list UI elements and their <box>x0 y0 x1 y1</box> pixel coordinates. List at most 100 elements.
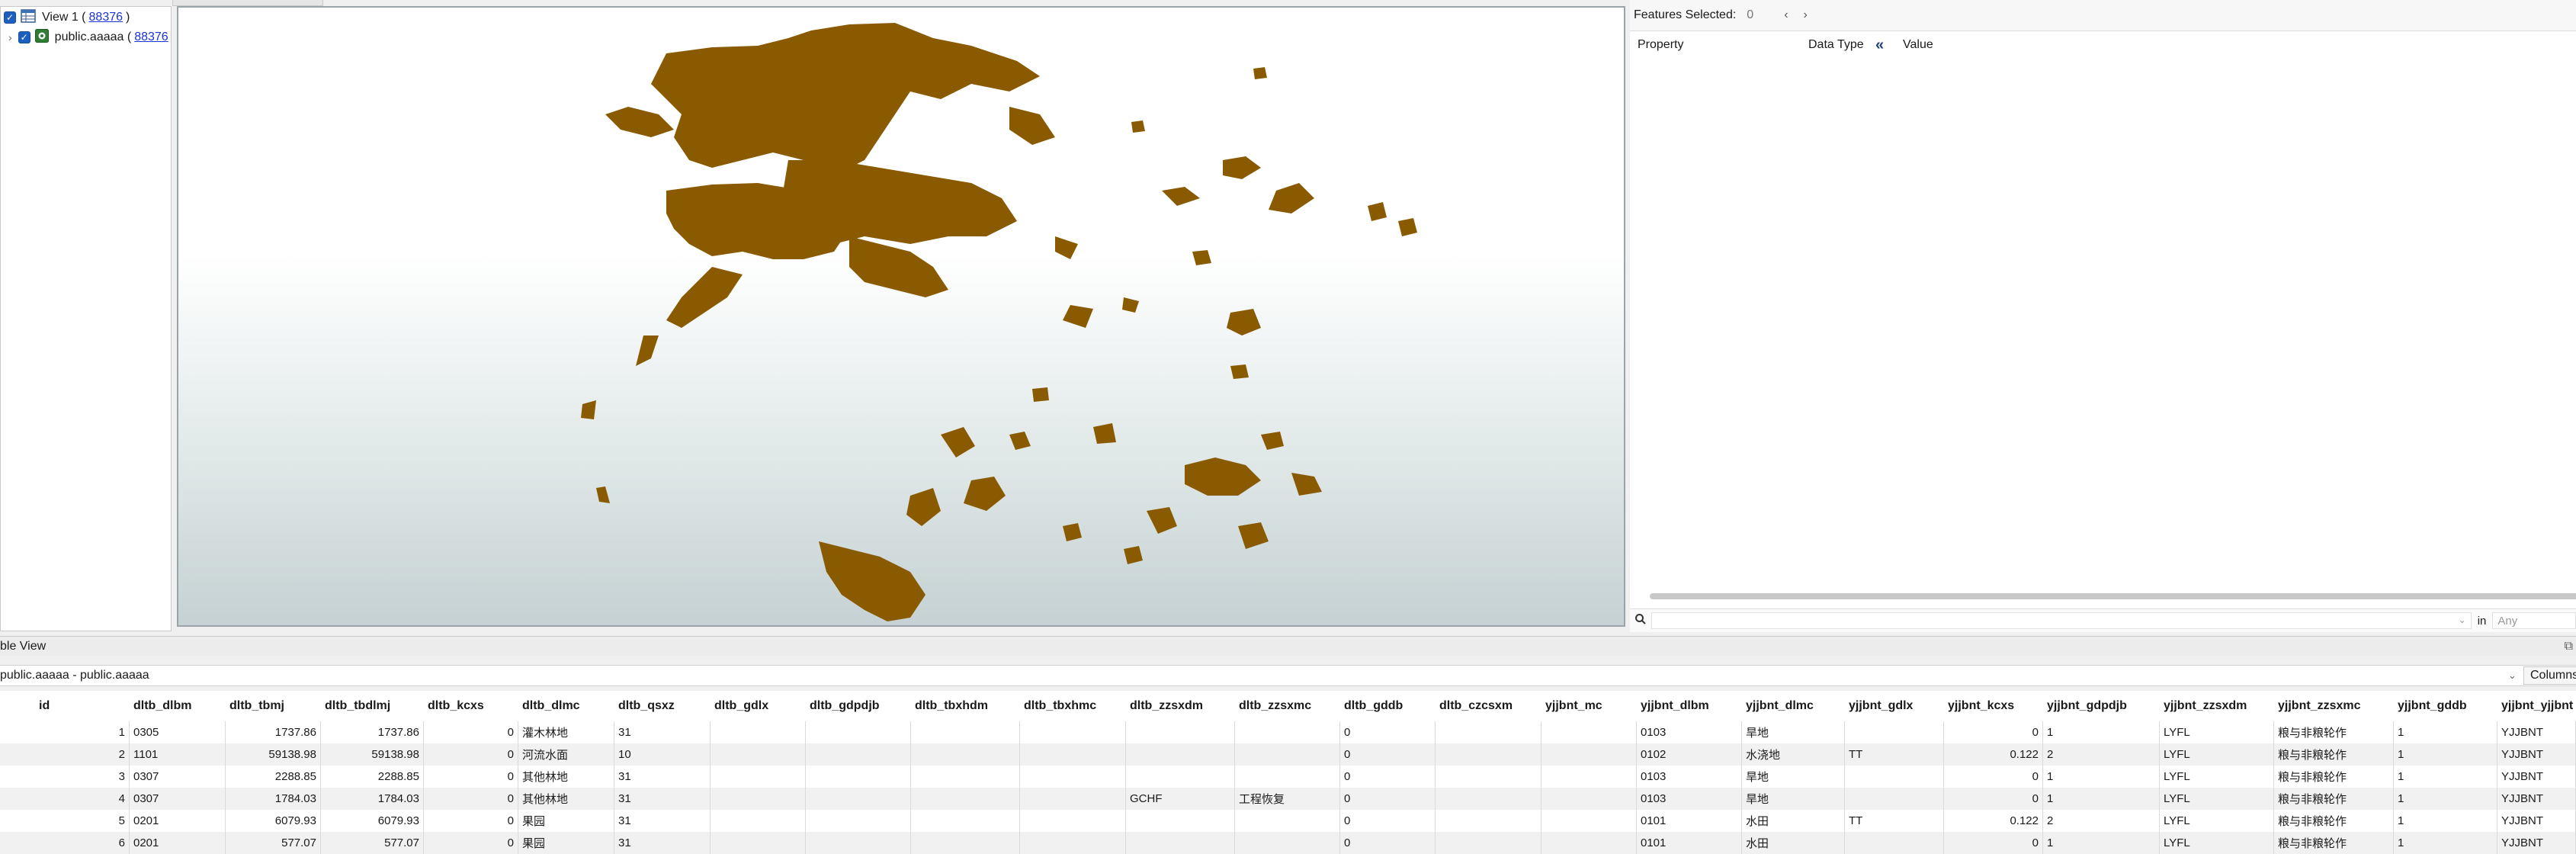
table-cell[interactable] <box>1020 810 1126 832</box>
table-cell[interactable]: 0307 <box>130 788 226 810</box>
table-cell[interactable]: YJJBNT <box>2497 766 2576 788</box>
table-cell[interactable]: 1 <box>2394 743 2497 766</box>
arrow-right-icon[interactable]: › <box>1804 8 1808 22</box>
table-cell[interactable]: 5 <box>35 810 130 832</box>
table-cell[interactable]: 2 <box>2043 743 2160 766</box>
table-cell[interactable]: 2288.85 <box>321 766 424 788</box>
table-cell[interactable]: 0102 <box>1637 743 1742 766</box>
table-cell[interactable]: 粮与非粮轮作 <box>2274 788 2394 810</box>
table-cell[interactable]: 1784.03 <box>226 788 321 810</box>
table-cell[interactable] <box>711 832 806 854</box>
table-cell[interactable]: 1 <box>2043 721 2160 743</box>
column-header-dltb-gdpdjb[interactable]: dltb_gdpdjb <box>806 691 911 721</box>
table-cell[interactable]: 0 <box>1340 743 1436 766</box>
table-cell[interactable]: LYFL <box>2160 832 2274 854</box>
table-cell[interactable] <box>1235 832 1340 854</box>
collapse-icon[interactable]: « <box>1875 37 1884 54</box>
table-row[interactable]: 5 0201 6079.93 6079.93 0 果园 31 0 0101 水田 TT 0.122 2 L… <box>0 810 2576 832</box>
table-row[interactable]: 3 0307 2288.85 2288.85 0 其他林地 31 0 0103 旱地 0 1 LYFL 粮… <box>0 766 2576 788</box>
table-cell[interactable]: 0 <box>424 766 518 788</box>
column-header-yjjbnt-dlbm[interactable]: yjjbnt_dlbm <box>1637 691 1742 721</box>
table-cell[interactable]: 0.122 <box>1944 810 2043 832</box>
table-cell[interactable]: 水浇地 <box>1742 743 1845 766</box>
column-header-yjjbnt-kcxs[interactable]: yjjbnt_kcxs <box>1944 691 2043 721</box>
table-cell[interactable] <box>1845 721 1944 743</box>
table-cell[interactable]: 粮与非粮轮作 <box>2274 810 2394 832</box>
table-cell[interactable] <box>1126 832 1235 854</box>
table-cell[interactable] <box>911 788 1020 810</box>
table-cell[interactable]: YJJBNT <box>2497 721 2576 743</box>
table-cell[interactable] <box>1541 788 1637 810</box>
arrow-left-icon[interactable]: ‹ <box>1784 8 1788 22</box>
column-header-yjjbnt-yjjbnt[interactable]: yjjbnt_yjjbnt <box>2497 691 2576 721</box>
table-row[interactable]: 4 0307 1784.03 1784.03 0 其他林地 31 GCHF 工程恢复 0 0103 旱… <box>0 788 2576 810</box>
table-cell[interactable] <box>1436 743 1541 766</box>
table-cell[interactable] <box>711 766 806 788</box>
table-cell[interactable]: YJJBNT <box>2497 788 2576 810</box>
table-cell[interactable]: 0201 <box>130 832 226 854</box>
column-header-yjjbnt-gdpdjb[interactable]: yjjbnt_gdpdjb <box>2043 691 2160 721</box>
map-canvas[interactable] <box>177 6 1625 627</box>
table-cell[interactable]: LYFL <box>2160 743 2274 766</box>
table-cell[interactable]: 1737.86 <box>321 721 424 743</box>
table-cell[interactable]: 0 <box>424 743 518 766</box>
table-cell[interactable]: 0 <box>1944 788 2043 810</box>
table-cell[interactable]: 6079.93 <box>321 810 424 832</box>
table-cell[interactable] <box>1845 766 1944 788</box>
table-cell[interactable]: 0 <box>424 810 518 832</box>
map-tab[interactable] <box>172 0 323 6</box>
table-cell[interactable]: 0305 <box>130 721 226 743</box>
table-cell[interactable] <box>1235 721 1340 743</box>
table-cell[interactable] <box>911 766 1020 788</box>
table-cell[interactable]: LYFL <box>2160 810 2274 832</box>
table-cell[interactable] <box>1541 766 1637 788</box>
table-cell[interactable]: 59138.98 <box>226 743 321 766</box>
table-cell[interactable] <box>1436 832 1541 854</box>
table-cell[interactable]: 0 <box>424 788 518 810</box>
search-dropdown-chevron-icon[interactable]: ⌄ <box>2459 615 2466 625</box>
chevron-right-icon[interactable]: › <box>8 31 12 43</box>
table-cell[interactable]: 0201 <box>130 810 226 832</box>
property-column-header[interactable]: Property <box>1638 38 1683 52</box>
table-cell[interactable]: 1 <box>2394 721 2497 743</box>
table-cell[interactable] <box>1235 766 1340 788</box>
table-cell[interactable]: YJJBNT <box>2497 832 2576 854</box>
column-header-dltb-qsxz[interactable]: dltb_qsxz <box>614 691 711 721</box>
view-checkbox[interactable]: ✓ <box>4 11 16 24</box>
table-cell[interactable]: 0103 <box>1637 766 1742 788</box>
column-header-dltb-tbxhdm[interactable]: dltb_tbxhdm <box>911 691 1020 721</box>
table-cell[interactable] <box>1436 810 1541 832</box>
table-cell[interactable] <box>911 743 1020 766</box>
table-cell[interactable]: LYFL <box>2160 721 2274 743</box>
datatype-column-header[interactable]: Data Type <box>1808 38 1864 52</box>
table-cell[interactable]: 1 <box>2043 832 2160 854</box>
table-cell[interactable]: 粮与非粮轮作 <box>2274 832 2394 854</box>
table-cell[interactable] <box>911 810 1020 832</box>
table-cell[interactable]: 0 <box>424 832 518 854</box>
table-cell[interactable] <box>1436 766 1541 788</box>
layer-combo-chevron-icon[interactable]: ⌄ <box>2508 669 2517 682</box>
table-cell[interactable]: 0101 <box>1637 810 1742 832</box>
table-cell[interactable]: 2288.85 <box>226 766 321 788</box>
table-cell[interactable]: 其他林地 <box>518 766 614 788</box>
table-cell[interactable]: 6079.93 <box>226 810 321 832</box>
table-cell[interactable]: 灌木林地 <box>518 721 614 743</box>
table-cell[interactable]: 水田 <box>1742 810 1845 832</box>
table-cell[interactable]: 0 <box>424 721 518 743</box>
table-cell[interactable] <box>806 788 911 810</box>
layer-combo[interactable]: public.aaaaa - public.aaaaa <box>0 669 149 682</box>
table-cell[interactable]: 31 <box>614 810 711 832</box>
column-header-dltb-zzsxdm[interactable]: dltb_zzsxdm <box>1126 691 1235 721</box>
table-cell[interactable]: 0 <box>1340 788 1436 810</box>
table-cell[interactable] <box>806 766 911 788</box>
table-cell[interactable] <box>1541 832 1637 854</box>
table-cell[interactable]: 0 <box>1944 721 2043 743</box>
table-cell[interactable]: 旱地 <box>1742 788 1845 810</box>
table-cell[interactable] <box>806 810 911 832</box>
table-cell[interactable] <box>711 743 806 766</box>
columns-button[interactable]: Columns <box>2523 666 2576 685</box>
table-cell[interactable]: YJJBNT <box>2497 810 2576 832</box>
table-cell[interactable] <box>911 832 1020 854</box>
table-cell[interactable] <box>1020 721 1126 743</box>
table-cell[interactable]: 1 <box>35 721 130 743</box>
